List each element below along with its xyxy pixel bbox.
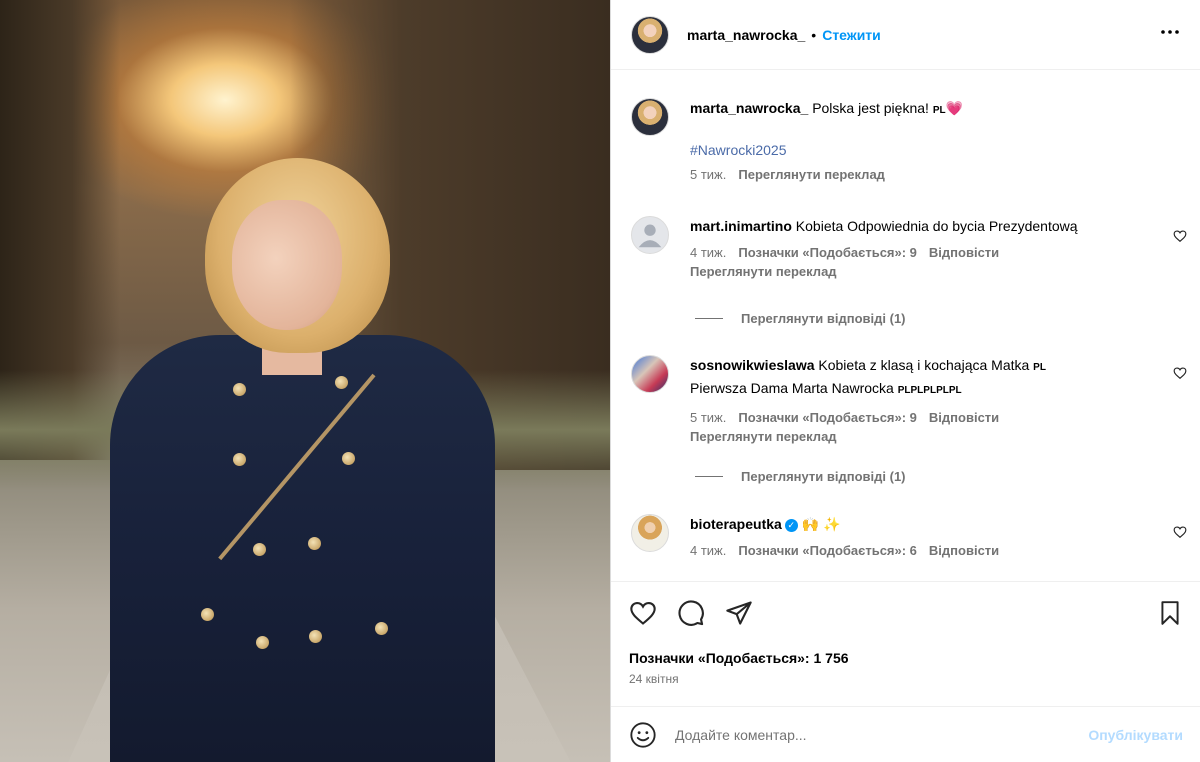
commenter-avatar[interactable] [631,514,669,552]
reply-button[interactable]: Відповісти [929,245,999,260]
commenter-username[interactable]: mart.inimartino [690,218,792,234]
more-options-icon[interactable] [1158,20,1182,50]
comment-item: bioterapeutka ✓ 🙌 ✨ 4 тиж. Позначки «Подо… [631,514,1186,558]
caption-text: Polska jest piękna! [812,100,929,116]
post-header: marta_nawrocka_ • Стежити [611,0,1200,70]
photo-coat [110,335,495,762]
heart-emoji: 💗 [945,100,964,116]
separator-dot: • [811,26,817,43]
replies-line [695,476,723,477]
view-replies-label: Переглянути відповіді (1) [741,469,906,484]
photo-face [232,200,342,330]
comment-time[interactable]: 4 тиж. [690,543,726,558]
coat-button [233,453,246,466]
comment-likes[interactable]: Позначки «Подобається»: 9 [738,410,917,425]
coat-button [342,452,355,465]
verified-badge-icon: ✓ [784,518,798,532]
comment-likes[interactable]: Позначки «Подобається»: 6 [738,543,917,558]
view-replies-button[interactable]: Переглянути відповіді (1) [695,311,906,326]
comment-like-heart-icon[interactable] [1173,525,1187,539]
see-translation-link[interactable]: Переглянути переклад [690,264,1186,279]
comment-likes[interactable]: Позначки «Подобається»: 9 [738,245,917,260]
commenter-username[interactable]: bioterapeutka [690,516,782,532]
comment-input[interactable] [675,726,1089,743]
post-side-panel: marta_nawrocka_ • Стежити marta_nawrocka… [610,0,1200,762]
coat-button [256,636,269,649]
flags-pl: PLPLPLPLPL [897,385,962,396]
reply-button[interactable]: Відповісти [929,410,999,425]
caption-time[interactable]: 5 тиж. [690,167,726,182]
comment-text: Kobieta Odpowiednia do bycia Prezydentow… [795,218,1078,234]
flag-pl: PL [1033,362,1046,373]
hashtag-link[interactable]: #Nawrocki2025 [690,142,1186,158]
post-date[interactable]: 24 квітня [629,672,1183,686]
comment-time[interactable]: 5 тиж. [690,410,726,425]
comment-like-heart-icon[interactable] [1173,229,1187,243]
like-heart-icon[interactable] [629,599,657,627]
author-avatar[interactable] [631,15,669,54]
coat-button [201,608,214,621]
commenter-avatar[interactable] [631,355,669,393]
coat-button [253,543,266,556]
coat-button [308,537,321,550]
view-replies-label: Переглянути відповіді (1) [741,311,906,326]
caption-username[interactable]: marta_nawrocka_ [690,100,808,116]
reply-button[interactable]: Відповісти [929,543,999,558]
coat-button [233,383,246,396]
coat-button [375,622,388,635]
emoji-smiley-icon[interactable] [629,721,657,749]
commenter-username[interactable]: sosnowikwieslawa [690,357,815,373]
comment-composer: Опублікувати [611,706,1200,762]
coat-button [335,376,348,389]
comment-item: sosnowikwieslawa Kobieta z klasą i kocha… [631,355,1186,444]
author-username[interactable]: marta_nawrocka_ [687,27,805,43]
default-avatar-icon [638,224,662,248]
publish-button[interactable]: Опублікувати [1088,727,1183,743]
comment-emoji: 🙌 ✨ [801,516,841,532]
see-translation-link[interactable]: Переглянути переклад [690,429,1186,444]
save-bookmark-icon[interactable] [1157,600,1183,626]
comment-text: Kobieta z klasą i kochająca Matka [818,357,1030,373]
replies-line [695,318,723,319]
comment-text-line2: Pierwsza Dama Marta Nawrocka [690,380,894,396]
flag-pl: PL [932,105,946,116]
caption: marta_nawrocka_ Polska jest piękna! PL💗 … [631,98,1186,182]
follow-button[interactable]: Стежити [822,27,881,43]
comments-list[interactable]: marta_nawrocka_ Polska jest piękna! PL💗 … [611,71,1200,581]
commenter-avatar[interactable] [631,216,669,254]
comment-time[interactable]: 4 тиж. [690,245,726,260]
view-replies-button[interactable]: Переглянути відповіді (1) [695,469,906,484]
caption-avatar[interactable] [631,98,669,136]
coat-button [309,630,322,643]
post-actions: Позначки «Подобається»: 1 756 24 квітня [611,581,1200,701]
share-send-icon[interactable] [725,599,753,627]
post-photo[interactable] [0,0,610,762]
see-translation-link[interactable]: Переглянути переклад [738,167,885,182]
comment-item: mart.inimartino Kobieta Odpowiednia do b… [631,216,1186,279]
comment-bubble-icon[interactable] [677,599,705,627]
likes-count[interactable]: Позначки «Подобається»: 1 756 [629,650,1183,666]
comment-like-heart-icon[interactable] [1173,366,1187,380]
